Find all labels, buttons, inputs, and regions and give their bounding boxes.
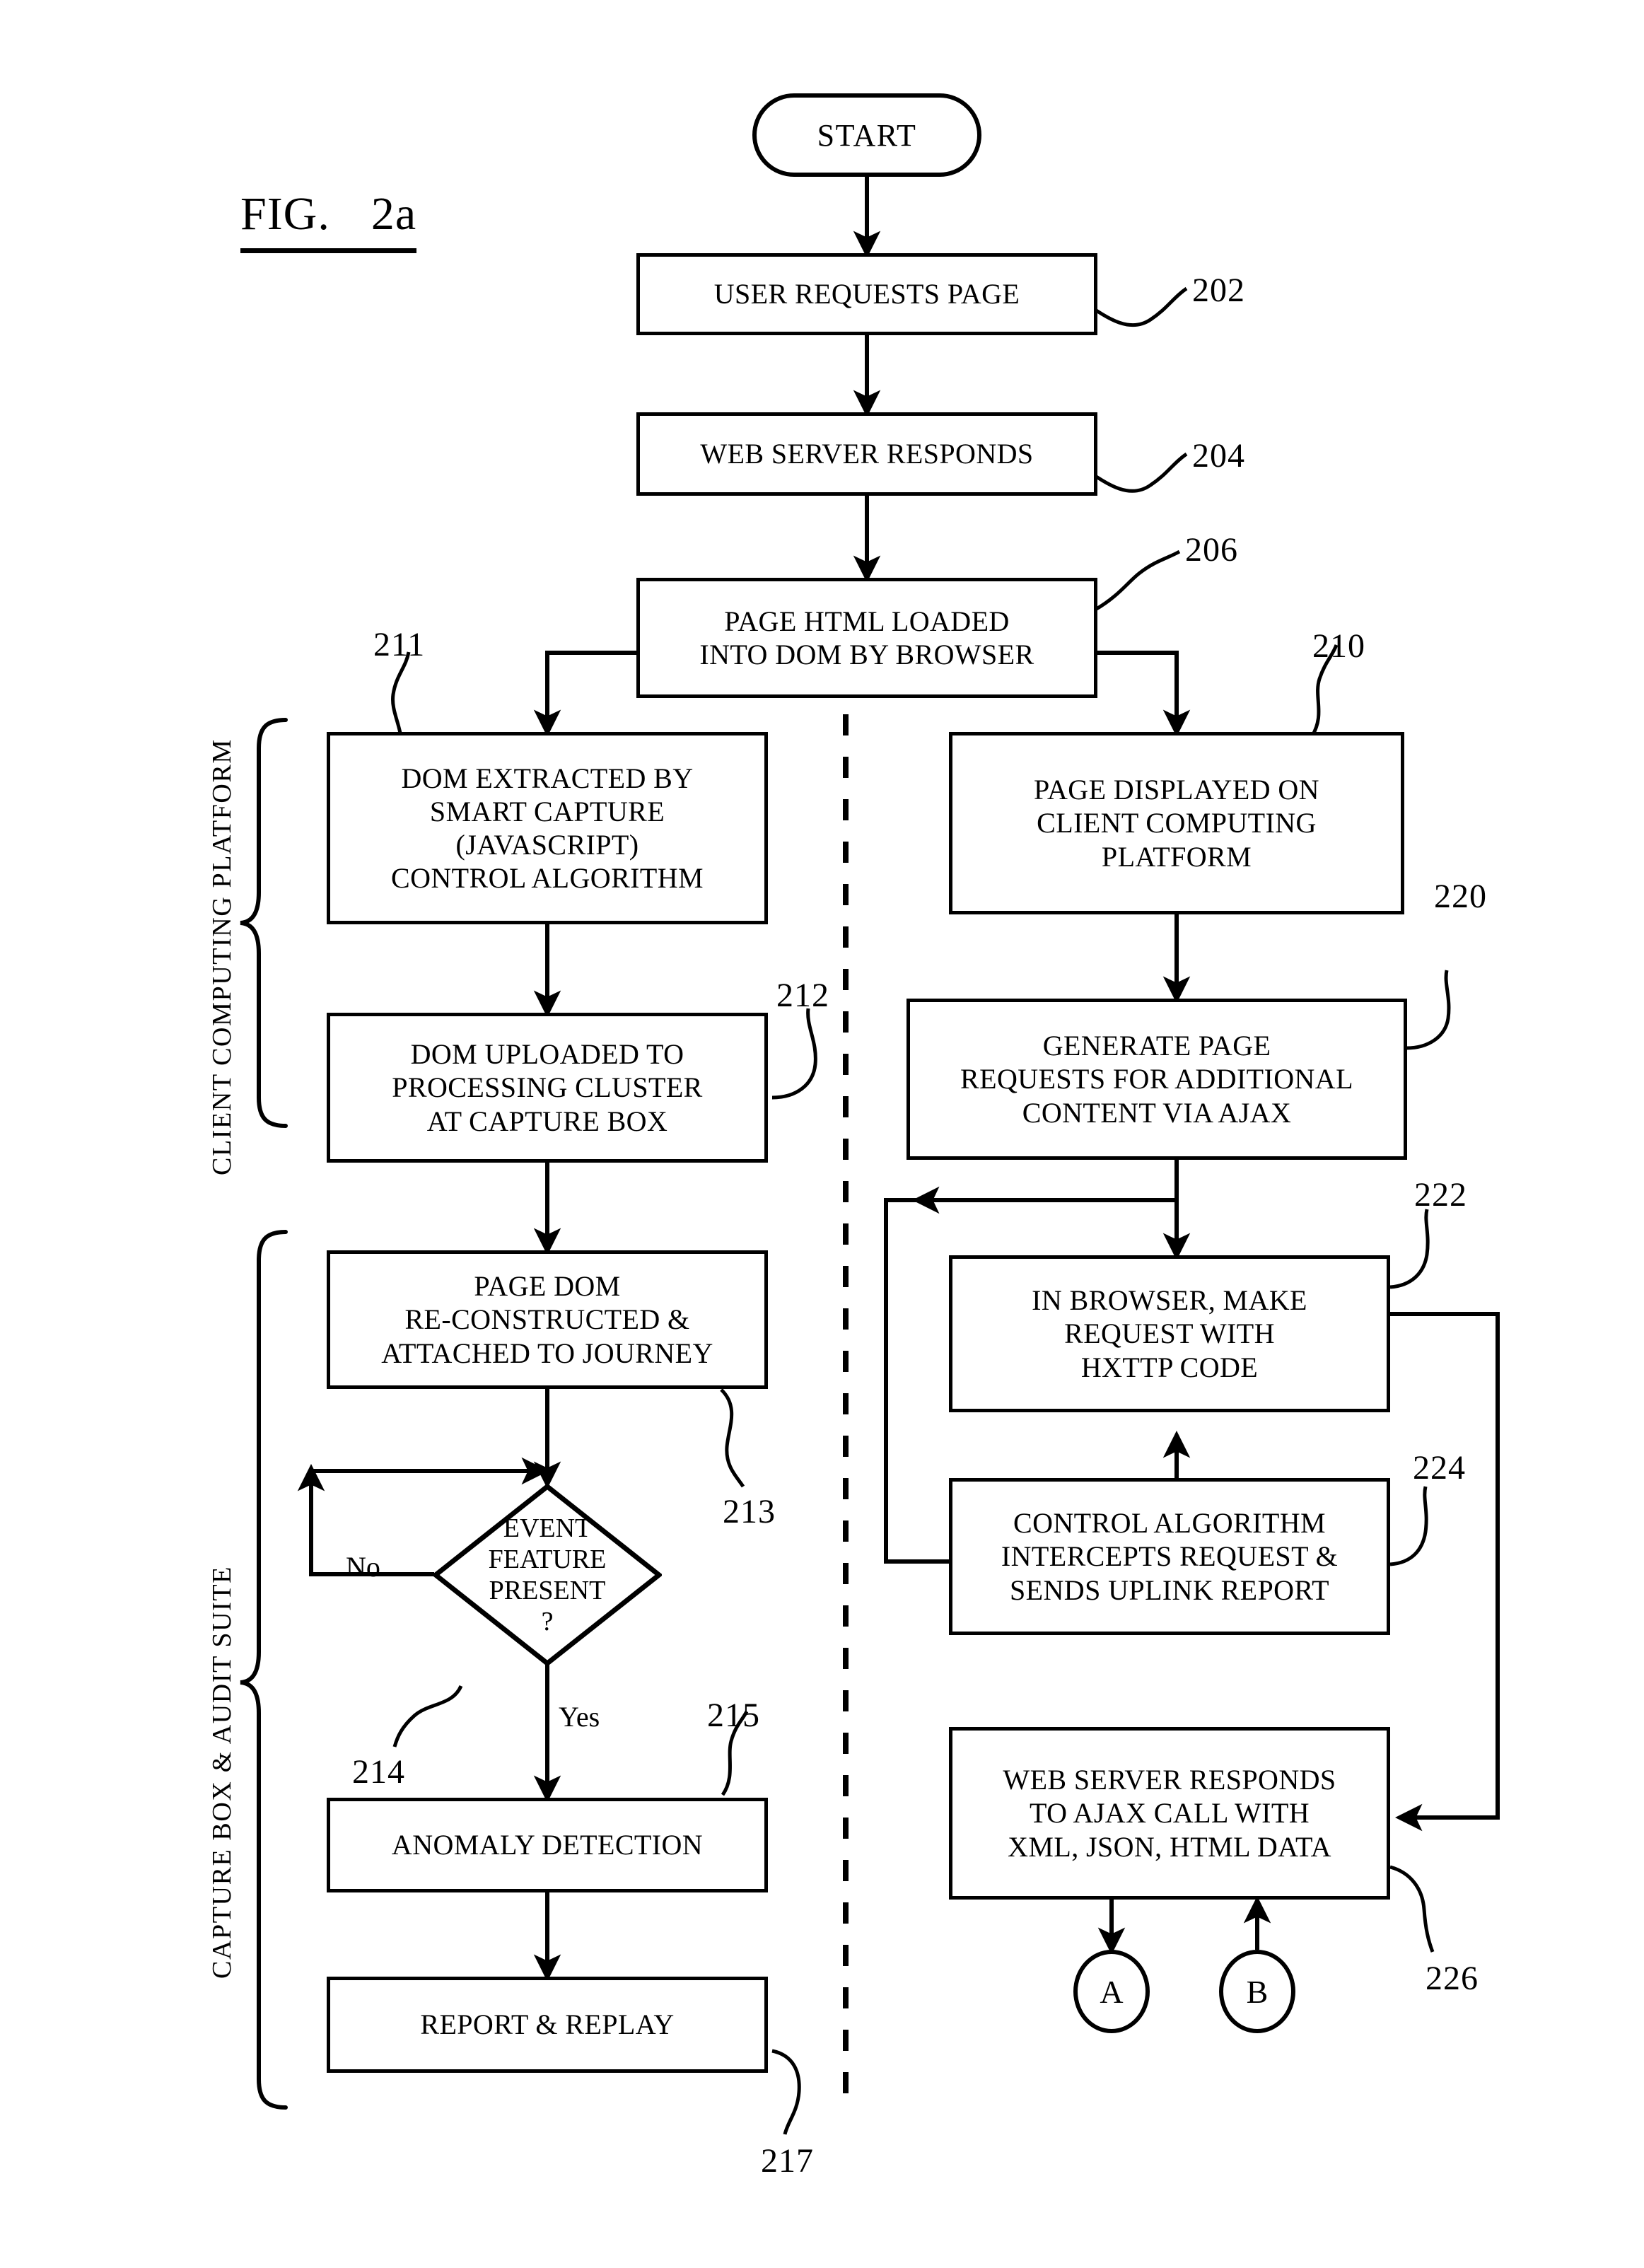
node-generate-page-requests-line2: REQUESTS FOR ADDITIONAL (960, 1063, 1353, 1095)
bracket-label-capture-box-audit-suite: CAPTURE BOX & AUDIT SUITE (207, 1566, 237, 1979)
node-dom-extracted: DOM EXTRACTED BY SMART CAPTURE (JAVASCRI… (327, 732, 768, 924)
ref-222: 222 (1414, 1176, 1467, 1214)
node-page-dom-reconstructed: PAGE DOM RE-CONSTRUCTED & ATTACHED TO JO… (327, 1250, 768, 1389)
node-web-server-responds: WEB SERVER RESPONDS (636, 412, 1097, 496)
node-control-algorithm-intercepts-line1: CONTROL ALGORITHM (1013, 1507, 1326, 1540)
node-web-server-ajax-response-line2: TO AJAX CALL WITH (1029, 1797, 1310, 1830)
node-anomaly-detection: ANOMALY DETECTION (327, 1798, 768, 1892)
ref-214: 214 (352, 1753, 405, 1791)
ref-211: 211 (373, 626, 426, 663)
node-dom-uploaded-line3: AT CAPTURE BOX (426, 1105, 668, 1137)
ref-217: 217 (761, 2142, 814, 2180)
connector-a: A (1073, 1950, 1150, 2033)
node-in-browser-make-request-line2: REQUEST WITH (1064, 1318, 1275, 1350)
ref-220: 220 (1434, 878, 1487, 915)
branch-label-no: No (346, 1551, 380, 1583)
branch-label-yes: Yes (559, 1701, 600, 1733)
node-dom-extracted-line1: DOM EXTRACTED BY (401, 762, 694, 794)
node-report-replay-label: REPORT & REPLAY (420, 2008, 675, 2041)
node-dom-extracted-line3: (JAVASCRIPT) (455, 829, 639, 861)
start-terminator: START (752, 93, 981, 177)
ref-213: 213 (723, 1493, 776, 1530)
node-control-algorithm-intercepts-line2: INTERCEPTS REQUEST & (1001, 1540, 1339, 1573)
node-dom-uploaded: DOM UPLOADED TO PROCESSING CLUSTER AT CA… (327, 1013, 768, 1163)
node-control-algorithm-intercepts: CONTROL ALGORITHM INTERCEPTS REQUEST & S… (949, 1478, 1390, 1635)
node-page-displayed-line2: CLIENT COMPUTING (1037, 807, 1317, 839)
node-web-server-ajax-response-line3: XML, JSON, HTML DATA (1008, 1830, 1331, 1863)
bracket-label-client-computing-platform: CLIENT COMPUTING PLATFORM (207, 738, 237, 1175)
ref-226: 226 (1426, 1960, 1479, 1997)
connector-a-label: A (1100, 1973, 1124, 2010)
node-page-html-loaded: PAGE HTML LOADED INTO DOM BY BROWSER (636, 578, 1097, 698)
ref-206: 206 (1185, 531, 1238, 569)
figure-page: FIG. 2a CLIENT COMPUTING PLATFORM CAPTURE… (0, 0, 1644, 2268)
node-generate-page-requests: GENERATE PAGE REQUESTS FOR ADDITIONAL CO… (906, 999, 1407, 1160)
ref-202: 202 (1192, 272, 1245, 309)
decision-event-feature-present: EVENT FEATURE PRESENT ? (433, 1484, 662, 1666)
node-in-browser-make-request-line3: HXTTP CODE (1080, 1351, 1259, 1383)
node-page-html-loaded-line2: INTO DOM BY BROWSER (699, 639, 1034, 670)
node-dom-uploaded-line2: PROCESSING CLUSTER (392, 1071, 703, 1104)
node-user-requests-page-label: USER REQUESTS PAGE (713, 278, 1020, 310)
start-label: START (817, 117, 917, 153)
node-dom-extracted-line4: CONTROL ALGORITHM (391, 862, 704, 895)
node-page-html-loaded-line1: PAGE HTML LOADED (724, 605, 1010, 637)
node-page-dom-reconstructed-line2: RE-CONSTRUCTED & (404, 1303, 690, 1336)
ref-215: 215 (707, 1697, 760, 1734)
node-page-displayed-line3: PLATFORM (1101, 840, 1252, 873)
node-page-displayed-line1: PAGE DISPLAYED ON (1034, 774, 1319, 806)
ref-204: 204 (1192, 437, 1245, 475)
node-page-dom-reconstructed-line1: PAGE DOM (474, 1270, 621, 1303)
figure-label: FIG. (240, 188, 330, 240)
node-web-server-responds-label: WEB SERVER RESPONDS (700, 438, 1034, 470)
node-generate-page-requests-line1: GENERATE PAGE (1042, 1030, 1271, 1062)
ref-224: 224 (1413, 1449, 1466, 1487)
node-in-browser-make-request-line1: IN BROWSER, MAKE (1032, 1284, 1307, 1317)
node-report-replay: REPORT & REPLAY (327, 1977, 768, 2073)
connector-b: B (1219, 1950, 1295, 2033)
node-dom-uploaded-line1: DOM UPLOADED TO (410, 1038, 684, 1071)
node-page-displayed: PAGE DISPLAYED ON CLIENT COMPUTING PLATF… (949, 732, 1404, 914)
ref-210: 210 (1312, 627, 1365, 665)
figure-title: FIG. 2a (240, 187, 417, 253)
node-control-algorithm-intercepts-line3: SENDS UPLINK REPORT (1010, 1574, 1329, 1606)
node-page-dom-reconstructed-line3: ATTACHED TO JOURNEY (381, 1337, 713, 1369)
figure-number: 2a (371, 188, 417, 240)
node-in-browser-make-request: IN BROWSER, MAKE REQUEST WITH HXTTP CODE (949, 1255, 1390, 1412)
connector-b-label: B (1246, 1973, 1269, 2010)
node-dom-extracted-line2: SMART CAPTURE (429, 795, 665, 827)
ref-212: 212 (776, 977, 829, 1014)
node-web-server-ajax-response-line1: WEB SERVER RESPONDS (1003, 1764, 1336, 1796)
node-user-requests-page: USER REQUESTS PAGE (636, 253, 1097, 335)
node-generate-page-requests-line3: CONTENT VIA AJAX (1022, 1096, 1292, 1129)
node-anomaly-detection-label: ANOMALY DETECTION (391, 1829, 704, 1861)
node-web-server-ajax-response: WEB SERVER RESPONDS TO AJAX CALL WITH XM… (949, 1727, 1390, 1900)
